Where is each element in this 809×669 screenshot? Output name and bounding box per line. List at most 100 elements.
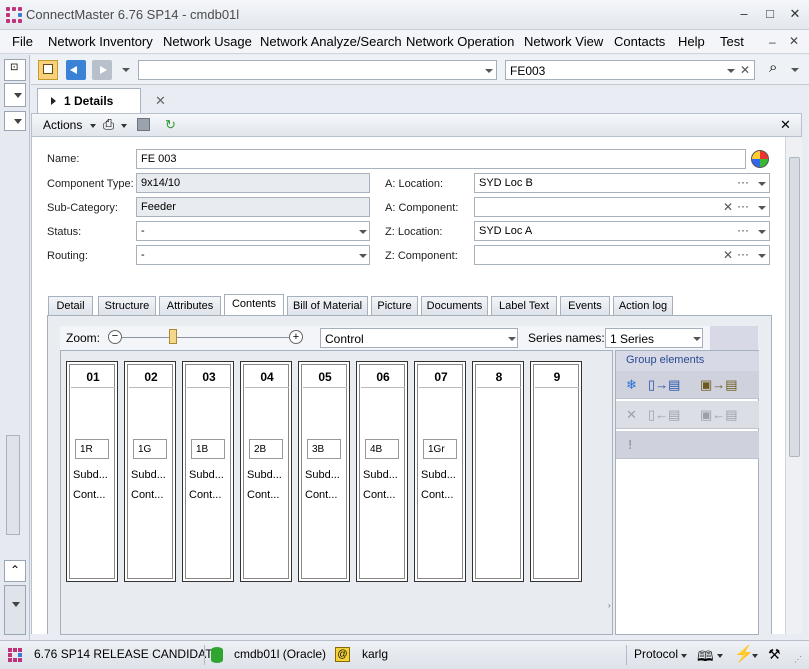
tab-structure[interactable]: Structure — [98, 296, 156, 316]
a-component-field[interactable]: ✕ ··· — [474, 197, 770, 217]
z-component-field[interactable]: ✕ ··· — [474, 245, 770, 265]
snowflake-icon[interactable]: ❄ — [626, 377, 637, 393]
browse-z-component-icon[interactable]: ··· — [737, 247, 749, 261]
tab-attributes[interactable]: Attributes — [159, 296, 221, 316]
chevron-down-icon[interactable] — [717, 654, 723, 658]
clear-search-icon[interactable]: ✕ — [740, 63, 750, 77]
chevron-down-icon[interactable] — [681, 654, 687, 658]
menu-network-usage[interactable]: Network Usage — [163, 34, 252, 49]
fiber-column-02[interactable]: 02 1G Subd... Cont... — [124, 361, 176, 582]
tab-contents[interactable]: Contents — [224, 294, 284, 317]
chevron-down-icon[interactable] — [758, 182, 766, 186]
chevron-down-icon[interactable] — [752, 654, 758, 658]
series-names-select[interactable]: 1 Series — [605, 328, 703, 348]
resize-grip-icon[interactable]: ⋰ — [794, 655, 802, 664]
a-location-field[interactable]: SYD Loc B ··· — [474, 173, 770, 193]
pin-panel-button[interactable]: ⊡ — [4, 59, 26, 81]
home-icon[interactable] — [38, 60, 58, 80]
left-panel-dropdown[interactable] — [4, 585, 26, 635]
component-type-field: 9x14/10 — [136, 173, 370, 193]
routing-select[interactable]: - — [136, 245, 370, 265]
menu-minimize-icon[interactable]: – — [769, 35, 776, 49]
maximize-button[interactable]: □ — [762, 6, 778, 22]
menu-test[interactable]: Test — [720, 34, 744, 49]
menu-network-analyze-search[interactable]: Network Analyze/Search — [260, 34, 402, 49]
left-scroll-up-button[interactable] — [4, 83, 26, 107]
tab-details[interactable]: 1 Details — [37, 88, 141, 113]
actions-menu[interactable]: Actions — [43, 118, 96, 132]
fiber-column-05[interactable]: 05 3B Subd... Cont... — [298, 361, 350, 582]
zoom-slider-track[interactable] — [122, 337, 292, 338]
protocol-menu[interactable]: Protocol — [634, 647, 678, 661]
name-field[interactable]: FE 003 — [136, 149, 746, 169]
move-right-icon[interactable]: ▯→▤ — [648, 377, 680, 393]
fiber-column-01[interactable]: 01 1R Subd... Cont... — [66, 361, 118, 582]
menu-close-icon[interactable]: ✕ — [789, 34, 799, 48]
action-bar: Actions ⎙ ↻ ✕ — [31, 113, 802, 137]
left-scrollbar-thumb[interactable] — [6, 435, 20, 535]
browse-a-component-icon[interactable]: ··· — [737, 199, 749, 213]
navigation-combo[interactable] — [138, 60, 497, 80]
menu-network-operation[interactable]: Network Operation — [406, 34, 514, 49]
copy-right-icon[interactable]: ▣→▤ — [700, 377, 738, 393]
scrollbar-thumb[interactable] — [789, 157, 800, 457]
fiber-column-03[interactable]: 03 1B Subd... Cont... — [182, 361, 234, 582]
scroll-right-icon[interactable]: › — [608, 601, 611, 610]
fiber-column-06[interactable]: 06 4B Subd... Cont... — [356, 361, 408, 582]
zoom-out-button[interactable]: − — [108, 330, 122, 344]
history-dropdown-icon[interactable] — [122, 68, 130, 72]
fiber-column-09[interactable]: 9 — [530, 361, 582, 582]
details-scrollbar[interactable] — [785, 137, 802, 634]
binoculars-icon[interactable]: ⌕ — [769, 59, 777, 76]
contents-canvas: 01 1R Subd... Cont... 02 1G Subd... Cont… — [60, 350, 613, 635]
a-location-label: A: Location: — [385, 178, 444, 190]
zoom-slider-thumb[interactable] — [169, 329, 177, 344]
tab-documents[interactable]: Documents — [421, 296, 488, 316]
status-select[interactable]: - — [136, 221, 370, 241]
tab-action-log[interactable]: Action log — [613, 296, 673, 316]
left-scroll-down-button[interactable] — [4, 111, 26, 131]
browse-a-location-icon[interactable]: ··· — [737, 175, 749, 189]
minimize-button[interactable]: – — [736, 6, 752, 22]
print-dropdown-icon[interactable] — [121, 124, 127, 128]
tab-picture[interactable]: Picture — [371, 296, 418, 316]
save-icon[interactable] — [137, 118, 150, 131]
clear-z-component-icon[interactable]: ✕ — [723, 248, 733, 262]
z-location-field[interactable]: SYD Loc A ··· — [474, 221, 770, 241]
expand-panel-button[interactable]: ⌃ — [4, 560, 26, 582]
menu-network-inventory[interactable]: Network Inventory — [48, 34, 153, 49]
forward-arrow-icon[interactable] — [92, 60, 112, 80]
back-arrow-icon[interactable] — [66, 60, 86, 80]
menu-file[interactable]: File — [12, 34, 33, 49]
zoom-in-button[interactable]: + — [289, 330, 303, 344]
chevron-down-icon[interactable] — [758, 206, 766, 210]
menu-help[interactable]: Help — [678, 34, 705, 49]
fiber-column-07[interactable]: 07 1Gr Subd... Cont... — [414, 361, 466, 582]
close-details-button[interactable]: ✕ — [780, 117, 791, 133]
close-tab-button[interactable]: ✕ — [155, 93, 166, 109]
chevron-down-icon[interactable] — [758, 254, 766, 258]
book-icon[interactable]: 🕮 — [697, 646, 714, 669]
zoom-label: Zoom: — [66, 331, 101, 345]
fiber-column-08[interactable]: 8 — [472, 361, 524, 582]
browse-z-location-icon[interactable]: ··· — [737, 223, 749, 237]
tab-detail[interactable]: Detail — [48, 296, 93, 316]
menu-contacts[interactable]: Contacts — [614, 34, 665, 49]
print-icon[interactable]: ⎙ — [103, 116, 114, 133]
control-select[interactable]: Control — [320, 328, 518, 348]
fiber-column-04[interactable]: 04 2B Subd... Cont... — [240, 361, 292, 582]
tab-bill-of-material[interactable]: Bill of Material — [287, 296, 368, 316]
tools-icon[interactable]: ⚒ — [768, 646, 781, 663]
refresh-icon[interactable]: ↻ — [165, 117, 176, 133]
a-component-label: A: Component: — [385, 202, 459, 214]
search-options-dropdown-icon[interactable] — [791, 68, 799, 72]
tab-events[interactable]: Events — [560, 296, 610, 316]
search-input[interactable]: FE003 ✕ — [505, 60, 755, 80]
close-window-button[interactable]: ✕ — [787, 6, 803, 22]
lightning-icon[interactable]: ⚡ — [734, 644, 754, 664]
menu-network-view[interactable]: Network View — [524, 34, 603, 49]
clear-a-component-icon[interactable]: ✕ — [723, 200, 733, 214]
tab-label-text[interactable]: Label Text — [491, 296, 557, 316]
chevron-down-icon[interactable] — [758, 230, 766, 234]
color-wheel-icon[interactable] — [751, 150, 769, 168]
